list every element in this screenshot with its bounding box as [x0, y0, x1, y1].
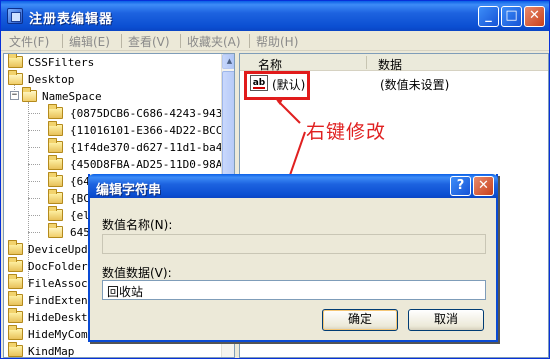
tree-item-label: {450D8FBA-AD25-11D0-98A — [70, 158, 223, 171]
tree-item[interactable]: {0875DCB6-C686-4243-943 — [4, 104, 223, 122]
value-name-field[interactable] — [102, 234, 486, 254]
open-folder-icon — [48, 223, 63, 238]
tree-line — [28, 147, 40, 148]
help-button[interactable]: ? — [450, 176, 471, 196]
tree-item[interactable]: Desktop — [4, 70, 219, 88]
tree-line — [28, 164, 40, 165]
tree-item-label: KindMap — [28, 345, 75, 358]
tree-item-label: {0875DCB6-C686-4243-943 — [70, 107, 223, 120]
folder-icon — [8, 54, 23, 68]
tree-line — [28, 215, 40, 216]
folder-icon — [8, 274, 23, 289]
folder-icon — [48, 138, 63, 153]
folder-icon — [8, 325, 23, 340]
window-title: 注册表编辑器 — [29, 12, 114, 27]
tree-item-label: DocFolder — [28, 260, 88, 273]
value-data-label: 数值数据(V): — [102, 266, 172, 280]
menu-separator — [62, 34, 63, 48]
tree-line — [28, 232, 40, 233]
open-folder-icon — [22, 87, 37, 102]
folder-icon — [48, 206, 63, 221]
tree-item-label: {1f4de370-d627-11d1-ba4 — [70, 141, 223, 154]
tree-item-label: HideMyCom — [28, 328, 88, 341]
ok-button[interactable]: 确定 — [322, 309, 398, 331]
tree-item[interactable]: CSSFilters — [4, 54, 219, 71]
edit-string-dialog: 编辑字符串 ? ✕ 数值名称(N): 数值数据(V): 回收站 确定 取消 — [88, 174, 498, 342]
folder-icon — [48, 121, 63, 136]
menu-edit[interactable]: 编辑(E) — [69, 33, 110, 50]
title-bar: 注册表编辑器 _ □ ✕ — [1, 1, 549, 31]
annotation-text: 右键修改 — [306, 121, 387, 143]
tree-item[interactable]: {11016101-E366-4D22-BCC — [4, 121, 223, 139]
tree-line — [28, 130, 40, 131]
folder-icon — [8, 342, 23, 357]
dialog-close-button[interactable]: ✕ — [473, 176, 494, 196]
tree-item-label: {11016101-E366-4D22-BCC — [70, 124, 223, 137]
column-separator[interactable] — [366, 56, 367, 69]
folder-icon — [48, 155, 63, 170]
values-header: 名称 数据 — [240, 54, 548, 73]
minimize-button[interactable]: _ — [478, 6, 499, 27]
folder-icon — [48, 172, 63, 187]
folder-icon — [8, 240, 23, 255]
menu-separator — [249, 34, 250, 48]
regedit-app-icon — [7, 8, 23, 24]
menu-separator — [180, 34, 181, 48]
tree-line — [28, 181, 40, 182]
menu-bar: 文件(F) 编辑(E) 查看(V) 收藏夹(A) 帮助(H) — [1, 31, 549, 51]
dialog-title-bar: 编辑字符串 ? ✕ — [88, 174, 498, 198]
tree-line — [28, 198, 40, 199]
menu-separator — [121, 34, 122, 48]
folder-icon — [8, 291, 23, 306]
value-name-label: 数值名称(N): — [102, 218, 173, 232]
tree-item-label: FileAssoc — [28, 277, 88, 290]
tree-item-label: {el — [70, 209, 90, 222]
tree-item[interactable]: {1f4de370-d627-11d1-ba4 — [4, 138, 223, 156]
tree-line — [28, 113, 40, 114]
open-folder-icon — [8, 70, 23, 85]
collapse-icon[interactable]: − — [10, 91, 19, 100]
menu-favorites[interactable]: 收藏夹(A) — [187, 33, 241, 50]
folder-icon — [48, 104, 63, 119]
annotation-highlight-box — [244, 71, 310, 100]
value-data-field[interactable]: 回收站 — [102, 280, 486, 300]
tree-item-label: CSSFilters — [28, 56, 95, 69]
menu-view[interactable]: 查看(V) — [128, 33, 170, 50]
value-data[interactable]: (数值未设置) — [380, 76, 449, 93]
tree-item[interactable]: − NameSpace — [4, 87, 219, 105]
menu-file[interactable]: 文件(F) — [9, 33, 49, 50]
tree-item-label: FindExten — [28, 294, 88, 307]
close-button[interactable]: ✕ — [524, 6, 545, 27]
folder-icon — [48, 189, 63, 204]
tree-item-label: Desktop — [28, 73, 75, 86]
maximize-button[interactable]: □ — [501, 6, 522, 27]
folder-icon — [8, 308, 23, 323]
column-header-data[interactable]: 数据 — [378, 56, 402, 73]
folder-icon — [8, 257, 23, 272]
scroll-up-icon[interactable]: ▲ — [222, 54, 234, 69]
tree-item[interactable]: KindMap — [4, 342, 219, 358]
dialog-title: 编辑字符串 — [96, 183, 162, 198]
tree-item-label: DeviceUpd — [28, 243, 88, 256]
tree-item[interactable]: {450D8FBA-AD25-11D0-98A — [4, 155, 223, 173]
cancel-button[interactable]: 取消 — [408, 309, 484, 331]
tree-item-label: {BC — [70, 192, 90, 205]
tree-item-label: NameSpace — [42, 90, 102, 103]
tree-item-label: HideDeskt — [28, 311, 88, 324]
menu-help[interactable]: 帮助(H) — [256, 33, 298, 50]
tree-item-label: 645 — [70, 226, 90, 239]
